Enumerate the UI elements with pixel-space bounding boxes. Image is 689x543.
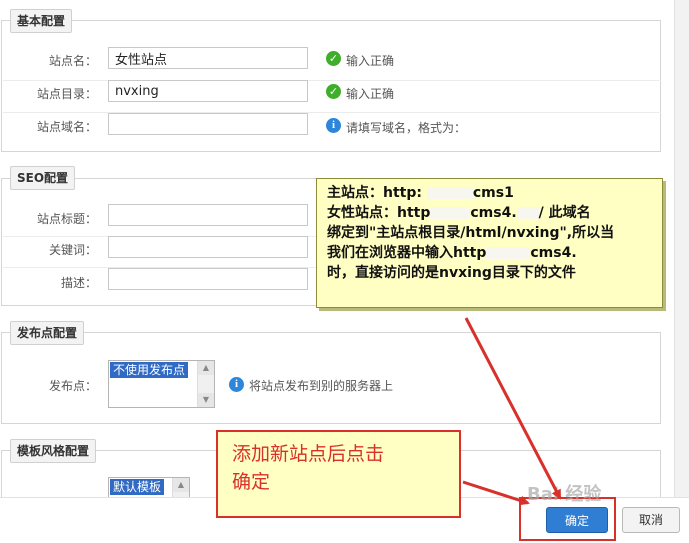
annotation-arrows	[462, 317, 562, 506]
arrow-from-explanation	[464, 317, 562, 500]
arrow-from-instruction	[462, 480, 530, 506]
